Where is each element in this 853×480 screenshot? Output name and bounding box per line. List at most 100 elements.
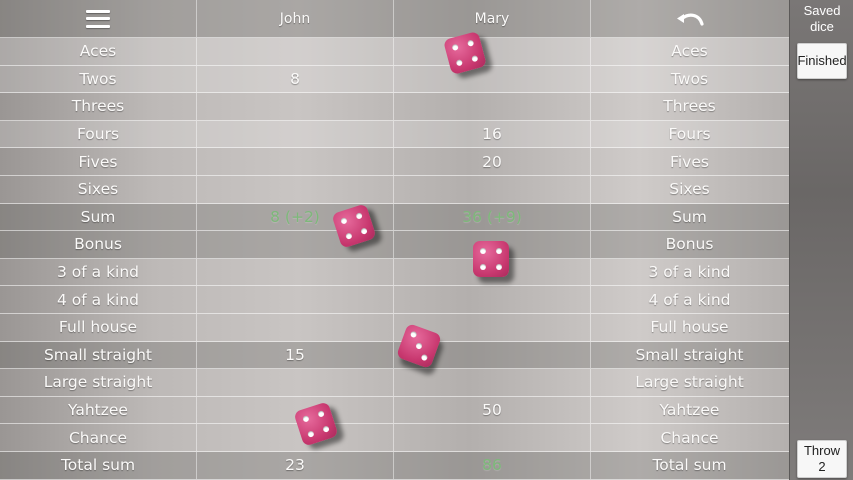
mary-score-cell[interactable]	[394, 424, 591, 451]
row-label: Full house	[0, 314, 197, 341]
row-label-right: Full house	[650, 318, 729, 337]
mary-score-cell[interactable]	[394, 286, 591, 313]
score-row: 3 of a kind 3 of a kind	[0, 258, 789, 287]
die-pip	[340, 217, 348, 225]
row-label-right: Sixes	[669, 180, 710, 199]
john-score-cell[interactable]	[197, 38, 394, 65]
row-label: Small straight	[0, 341, 197, 369]
john-score-cell[interactable]	[197, 286, 394, 313]
die-pip	[451, 43, 459, 52]
john-score-cell[interactable]	[197, 424, 394, 451]
row-label: Chance	[0, 424, 197, 451]
die-pip	[355, 212, 363, 220]
row-label-right: 4 of a kind	[648, 290, 731, 309]
die-pip	[317, 410, 325, 418]
die-pip	[345, 232, 353, 240]
header-row: John Mary	[0, 0, 789, 38]
row-label: Twos	[0, 65, 197, 93]
die-pip	[360, 227, 368, 235]
row-label-right: Threes	[663, 97, 716, 116]
die-pip	[322, 425, 330, 433]
die-pip	[466, 39, 475, 47]
saved-dice-title-line1: Saved	[803, 3, 841, 18]
die-pip	[455, 59, 464, 67]
menu-cell[interactable]	[0, 0, 197, 37]
row-label-right: Bonus	[665, 235, 714, 254]
score-row: Large straight Large straight	[0, 369, 789, 397]
john-score-cell[interactable]	[197, 93, 394, 120]
score-row: Sum 8 (+2) 36 (+9) Sum	[0, 203, 789, 232]
mary-score-cell[interactable]: 36 (+9)	[394, 203, 591, 231]
mary-score-cell[interactable]	[394, 38, 591, 65]
john-score-cell[interactable]	[197, 120, 394, 148]
hamburger-menu-icon[interactable]	[86, 9, 110, 28]
scoreboard: John Mary Aces Aces Twos 8 Twos Threes Threes F…	[0, 0, 789, 480]
row-label-right: Sum	[672, 207, 707, 226]
die-pip	[415, 342, 423, 350]
row-label-right: Fours	[668, 125, 711, 144]
score-row: Fours 16 Fours	[0, 120, 789, 149]
mary-score-cell[interactable]	[394, 65, 591, 93]
score-row: Aces Aces	[0, 38, 789, 66]
mary-score-cell[interactable]: 50	[394, 396, 591, 424]
player-name-mary: Mary	[394, 0, 591, 37]
die-3[interactable]	[473, 241, 509, 277]
score-row: Fives 20 Fives	[0, 148, 789, 176]
row-label: Fours	[0, 120, 197, 148]
john-score-cell[interactable]: 23	[197, 452, 394, 479]
mary-score-cell[interactable]	[394, 369, 591, 396]
score-row: 4 of a kind 4 of a kind	[0, 286, 789, 314]
mary-score-cell[interactable]: 16	[394, 120, 591, 148]
finished-button[interactable]: Finished	[797, 43, 847, 79]
john-score-cell[interactable]: 15	[197, 341, 394, 369]
die-pip	[302, 415, 310, 423]
die-pip	[480, 264, 486, 270]
die-pip	[409, 330, 418, 339]
saved-dice-title-line2: dice	[810, 19, 834, 34]
throw-button[interactable]: Throw 2	[797, 440, 847, 478]
throw-count: 2	[818, 459, 826, 474]
row-label: Total sum	[0, 452, 197, 479]
row-label-right: Chance	[660, 428, 719, 447]
throw-label: Throw	[803, 443, 841, 458]
john-score-cell[interactable]	[197, 314, 394, 341]
row-label: Large straight	[0, 369, 197, 396]
john-score-cell[interactable]	[197, 258, 394, 286]
die-pip	[496, 248, 502, 254]
john-score-cell[interactable]	[197, 176, 394, 203]
undo-arrow-icon[interactable]	[675, 10, 705, 28]
die-pip	[480, 248, 486, 254]
john-score-cell[interactable]	[197, 148, 394, 175]
mary-score-cell[interactable]	[394, 176, 591, 203]
mary-score-cell[interactable]: 86	[394, 452, 591, 479]
mary-score-cell[interactable]	[394, 93, 591, 120]
score-row: Twos 8 Twos	[0, 65, 789, 94]
john-score-cell[interactable]: 8	[197, 65, 394, 93]
row-label-right: Fives	[670, 152, 709, 171]
john-score-cell[interactable]	[197, 369, 394, 396]
score-row: Yahtzee 50 Yahtzee	[0, 396, 789, 425]
row-label: 3 of a kind	[0, 258, 197, 286]
row-label-right: Twos	[670, 69, 709, 88]
row-label: Aces	[0, 38, 197, 65]
row-label-right: Large straight	[635, 373, 744, 392]
score-row: Sixes Sixes	[0, 176, 789, 204]
row-label: Yahtzee	[0, 396, 197, 424]
row-label: 4 of a kind	[0, 286, 197, 313]
row-label: Threes	[0, 93, 197, 120]
row-label-right: 3 of a kind	[648, 263, 731, 282]
saved-dice-title: Saved dice	[790, 3, 853, 35]
row-label-right: Aces	[671, 42, 708, 61]
row-label-right: Small straight	[635, 345, 744, 364]
score-row: Chance Chance	[0, 424, 789, 452]
score-row: Full house Full house	[0, 314, 789, 342]
undo-cell[interactable]	[591, 0, 788, 37]
score-row: Bonus Bonus	[0, 231, 789, 259]
die-pip	[307, 430, 315, 438]
row-label-right: Total sum	[652, 456, 727, 475]
die-pip	[420, 353, 429, 362]
mary-score-cell[interactable]: 20	[394, 148, 591, 175]
score-row: Threes Threes	[0, 93, 789, 121]
score-row: Total sum 23 86 Total sum	[0, 452, 789, 480]
player-name-john: John	[197, 0, 394, 37]
